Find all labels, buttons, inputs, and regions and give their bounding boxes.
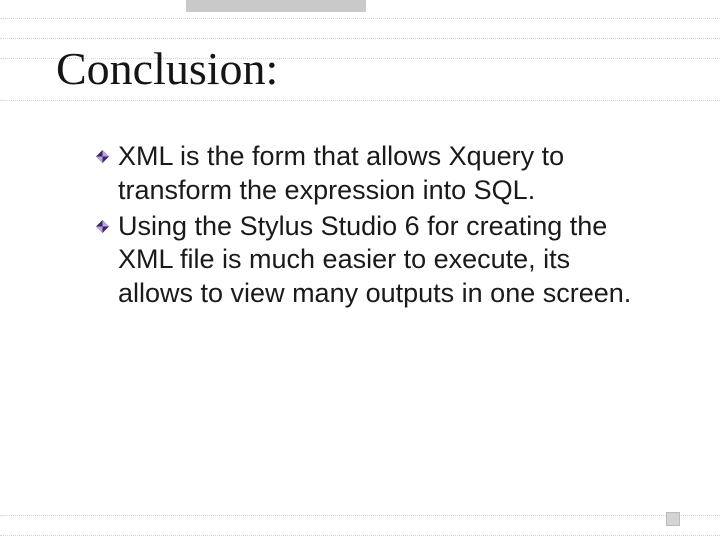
list-item: XML is the form that allows Xquery to tr… <box>96 140 650 208</box>
dotted-guide-line <box>0 100 720 101</box>
diamond-bullet-icon <box>96 220 109 233</box>
bullet-text: XML is the form that allows Xquery to tr… <box>118 141 564 205</box>
slide: Conclusion: XML is the form that allows … <box>0 0 720 540</box>
slide-title: Conclusion: <box>56 42 278 95</box>
dotted-guide-line <box>0 535 720 536</box>
list-item: Using the Stylus Studio 6 for creating t… <box>96 210 650 311</box>
dotted-guide-line <box>0 18 720 19</box>
diamond-bullet-icon <box>96 150 109 163</box>
decorative-top-bar <box>186 0 366 12</box>
dotted-guide-line <box>0 38 720 39</box>
slide-body: XML is the form that allows Xquery to tr… <box>96 140 650 313</box>
dotted-guide-line <box>0 515 720 516</box>
decorative-corner-square <box>666 512 680 526</box>
bullet-text: Using the Stylus Studio 6 for creating t… <box>118 211 631 309</box>
